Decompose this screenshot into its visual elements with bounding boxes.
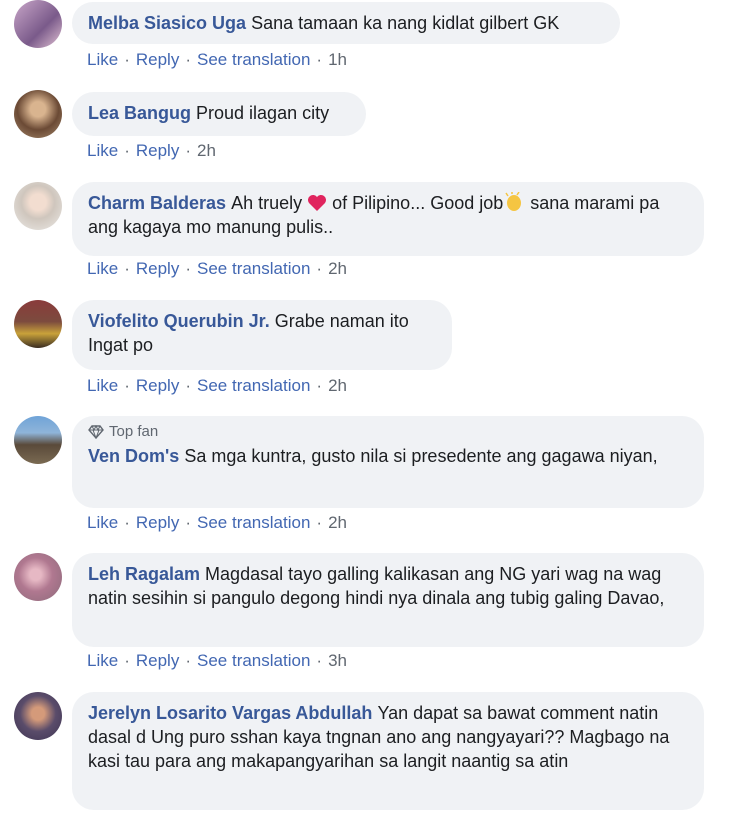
comment-actions: Like · Reply · 2h <box>87 141 216 160</box>
see-translation-link[interactable]: See translation <box>197 259 310 278</box>
see-translation-link[interactable]: See translation <box>197 651 310 670</box>
comment-text-middle: of Pilipino... Good job <box>332 193 504 213</box>
comment-bubble: Lea Bangug Proud ilagan city <box>72 92 366 136</box>
reply-link[interactable]: Reply <box>136 50 179 69</box>
avatar[interactable] <box>14 692 62 740</box>
diamond-icon <box>88 425 104 439</box>
comment-time[interactable]: 2h <box>197 141 216 160</box>
avatar[interactable] <box>14 90 62 138</box>
comment-text: Proud ilagan city <box>196 103 330 123</box>
comment-actions: Like · Reply · See translation · 2h <box>87 376 347 395</box>
comment-author[interactable]: Leh Ragalam <box>88 564 200 584</box>
comment-author[interactable]: Charm Balderas <box>88 193 226 213</box>
top-fan-badge: Top fan <box>88 423 688 441</box>
avatar[interactable] <box>14 553 62 601</box>
comment-author[interactable]: Melba Siasico Uga <box>88 13 246 33</box>
like-link[interactable]: Like <box>87 651 118 670</box>
comment-author[interactable]: Lea Bangug <box>88 103 191 123</box>
avatar[interactable] <box>14 182 62 230</box>
comment-bubble: Melba Siasico Uga Sana tamaan ka nang kid… <box>72 2 620 44</box>
comment-author[interactable]: Ven Dom's <box>88 446 179 466</box>
clap-icon <box>505 192 522 211</box>
top-fan-label: Top fan <box>109 423 159 440</box>
comment-time[interactable]: 3h <box>328 651 347 670</box>
comment-time[interactable]: 2h <box>328 259 347 278</box>
comment-text: Sana tamaan ka nang kidlat gilbert GK <box>251 13 560 33</box>
avatar[interactable] <box>14 416 62 464</box>
comment-author[interactable]: Viofelito Querubin Jr. <box>88 311 270 331</box>
comment-time[interactable]: 2h <box>328 513 347 532</box>
comment-actions: Like · Reply · See translation · 1h <box>87 50 347 69</box>
avatar[interactable] <box>14 300 62 348</box>
like-link[interactable]: Like <box>87 141 118 160</box>
reply-link[interactable]: Reply <box>136 376 179 395</box>
reply-link[interactable]: Reply <box>136 259 179 278</box>
like-link[interactable]: Like <box>87 50 118 69</box>
reply-link[interactable]: Reply <box>136 513 179 532</box>
comment-time[interactable]: 1h <box>328 50 347 69</box>
comment-actions: Like · Reply · See translation · 2h <box>87 513 347 532</box>
reply-link[interactable]: Reply <box>136 651 179 670</box>
like-link[interactable]: Like <box>87 513 118 532</box>
see-translation-link[interactable]: See translation <box>197 376 310 395</box>
comment-bubble: Top fan Ven Dom's Sa mga kuntra, gusto ni… <box>72 416 704 508</box>
comment-text-start: Ah truely <box>231 193 303 213</box>
comment-text-line2: Ingat po <box>88 335 154 355</box>
heart-icon <box>308 195 327 211</box>
comment-text: Sa mga kuntra, gusto nila si presedente … <box>184 446 658 466</box>
like-link[interactable]: Like <box>87 259 118 278</box>
avatar[interactable] <box>14 0 62 48</box>
see-translation-link[interactable]: See translation <box>197 50 310 69</box>
comment-bubble: Charm Balderas Ah truely of Pilipino... G… <box>72 182 704 256</box>
comment-time[interactable]: 2h <box>328 376 347 395</box>
comment-bubble: Jerelyn Losarito Vargas Abdullah Yan dapa… <box>72 692 704 810</box>
comment-text: Grabe naman ito <box>274 311 409 331</box>
comment-author[interactable]: Jerelyn Losarito Vargas Abdullah <box>88 703 372 723</box>
comment-bubble: Viofelito Querubin Jr. Grabe naman ito In… <box>72 300 452 370</box>
see-translation-link[interactable]: See translation <box>197 513 310 532</box>
comment-actions: Like · Reply · See translation · 2h <box>87 259 347 278</box>
like-link[interactable]: Like <box>87 376 118 395</box>
comment-bubble: Leh Ragalam Magdasal tayo galling kalikas… <box>72 553 704 647</box>
reply-link[interactable]: Reply <box>136 141 179 160</box>
comment-actions: Like · Reply · See translation · 3h <box>87 651 347 670</box>
